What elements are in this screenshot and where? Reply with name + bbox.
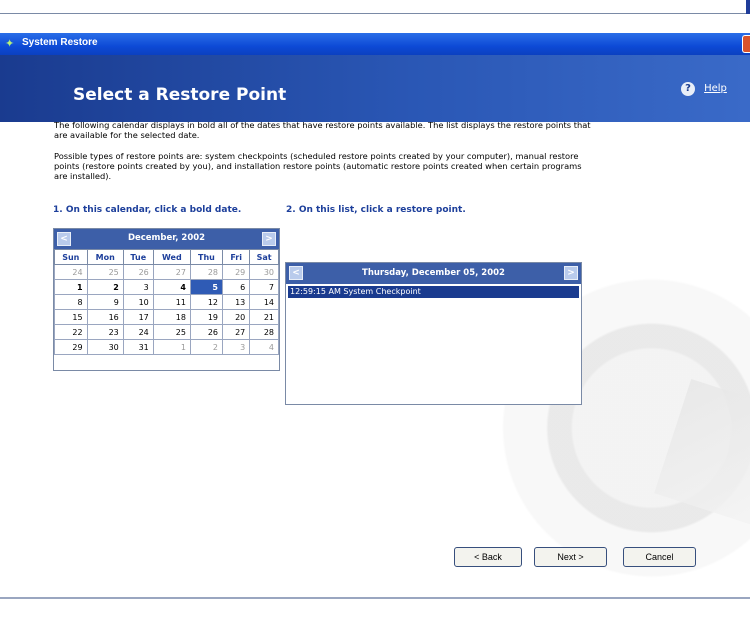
calendar-day[interactable]: 2	[86, 279, 124, 295]
calendar-day[interactable]: 15	[54, 309, 88, 325]
calendar-day[interactable]: 12	[189, 294, 224, 310]
calendar-day[interactable]: 21	[249, 309, 279, 325]
calendar-day[interactable]: 27	[152, 264, 191, 280]
calendar-day[interactable]: 11	[152, 294, 191, 310]
calendar-day[interactable]: 24	[122, 324, 154, 340]
calendar-day-headers: Sun Mon Tue Wed Thu Fri Sat	[54, 249, 279, 265]
calendar-week: 22 23 24 25 26 27 28	[54, 324, 279, 340]
calendar-week: 29 30 31 1 2 3 4	[54, 339, 279, 355]
calendar-week: 8 9 10 11 12 13 14	[54, 294, 279, 310]
system-restore-icon: ✦	[5, 37, 15, 50]
restore-point-item[interactable]: 12:59:15 AM System Checkpoint	[288, 286, 579, 298]
day-header-sat: Sat	[249, 249, 279, 265]
calendar-day[interactable]: 16	[86, 309, 124, 325]
calendar-day[interactable]: 23	[86, 324, 124, 340]
calendar-day[interactable]: 9	[86, 294, 124, 310]
calendar-day[interactable]: 30	[249, 264, 279, 280]
calendar-day[interactable]: 30	[86, 339, 124, 355]
calendar-day[interactable]: 7	[249, 279, 279, 295]
day-header-sun: Sun	[54, 249, 88, 265]
calendar-day[interactable]: 20	[221, 309, 251, 325]
calendar-day-selected[interactable]: 5	[189, 279, 224, 295]
help-icon[interactable]: ?	[681, 81, 695, 96]
calendar-day[interactable]: 13	[221, 294, 251, 310]
day-header-wed: Wed	[152, 249, 191, 265]
calendar-day[interactable]: 25	[152, 324, 191, 340]
back-button[interactable]: < Back	[454, 547, 522, 567]
calendar-day[interactable]: 25	[86, 264, 124, 280]
calendar-day[interactable]: 17	[122, 309, 154, 325]
calendar-month-label: December, 2002	[127, 233, 206, 243]
window-title: System Restore	[22, 37, 98, 48]
calendar-day[interactable]: 22	[54, 324, 88, 340]
calendar-day[interactable]: 1	[54, 279, 88, 295]
calendar-day[interactable]: 19	[189, 309, 224, 325]
title-bar[interactable]: ✦ System Restore	[0, 33, 750, 55]
next-button[interactable]: Next >	[534, 547, 607, 567]
calendar-week: 1 2 3 4 5 6 7	[54, 279, 279, 295]
system-restore-window: ✦ System Restore Select a Restore Point …	[0, 33, 750, 599]
help-link[interactable]: ? Help	[681, 78, 727, 97]
wizard-header: Select a Restore Point ? Help	[0, 55, 750, 122]
step-2-label: 2. On this list, click a restore point.	[286, 205, 466, 215]
restore-list-next-day-button[interactable]: >	[564, 266, 578, 280]
calendar-week: 24 25 26 27 28 29 30	[54, 264, 279, 280]
calendar-grid: Sun Mon Tue Wed Thu Fri Sat 24 25 26 27 …	[54, 249, 279, 355]
background-window-edge	[0, 0, 750, 14]
day-header-tue: Tue	[122, 249, 154, 265]
day-header-fri: Fri	[221, 249, 251, 265]
day-header-mon: Mon	[86, 249, 124, 265]
help-label[interactable]: Help	[704, 83, 727, 94]
instruction-paragraph-1: The following calendar displays in bold …	[54, 120, 591, 140]
calendar-day[interactable]: 4	[152, 279, 191, 295]
calendar-day[interactable]: 29	[221, 264, 251, 280]
calendar-day[interactable]: 31	[122, 339, 154, 355]
calendar-day[interactable]: 10	[122, 294, 154, 310]
calendar-day[interactable]: 6	[221, 279, 251, 295]
calendar-day[interactable]: 1	[152, 339, 191, 355]
calendar-day[interactable]: 27	[221, 324, 251, 340]
calendar-day[interactable]: 28	[189, 264, 224, 280]
calendar: < December, 2002 > Sun Mon Tue Wed Thu F…	[53, 228, 280, 371]
calendar-day[interactable]: 26	[189, 324, 224, 340]
restore-list-date: Thursday, December 05, 2002	[362, 268, 505, 278]
day-header-thu: Thu	[189, 249, 224, 265]
calendar-day[interactable]: 24	[54, 264, 88, 280]
calendar-header: < December, 2002 >	[54, 229, 279, 249]
calendar-day[interactable]: 29	[54, 339, 88, 355]
calendar-day[interactable]: 18	[152, 309, 191, 325]
calendar-next-month-button[interactable]: >	[262, 232, 276, 246]
calendar-day[interactable]: 3	[122, 279, 154, 295]
restore-point-list[interactable]: < Thursday, December 05, 2002 > 12:59:15…	[285, 262, 582, 405]
calendar-day[interactable]: 26	[122, 264, 154, 280]
calendar-day[interactable]: 4	[249, 339, 279, 355]
calendar-week: 15 16 17 18 19 20 21	[54, 309, 279, 325]
calendar-day[interactable]: 8	[54, 294, 88, 310]
calendar-day[interactable]: 2	[189, 339, 224, 355]
step-1-label: 1. On this calendar, click a bold date.	[53, 205, 242, 215]
close-button[interactable]	[742, 35, 750, 53]
calendar-day[interactable]: 3	[221, 339, 251, 355]
cancel-button[interactable]: Cancel	[623, 547, 696, 567]
calendar-day[interactable]: 28	[249, 324, 279, 340]
page-title: Select a Restore Point	[73, 85, 287, 105]
instruction-paragraph-2: Possible types of restore points are: sy…	[54, 151, 582, 181]
restore-list-header: < Thursday, December 05, 2002 >	[286, 263, 581, 284]
calendar-day[interactable]: 14	[249, 294, 279, 310]
